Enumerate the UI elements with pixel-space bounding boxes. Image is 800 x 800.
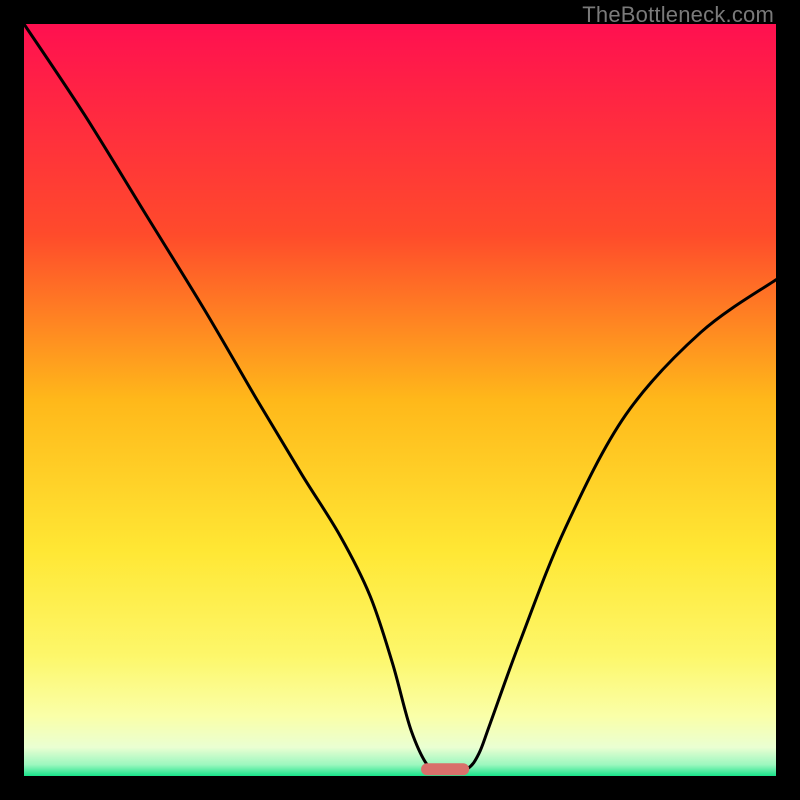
bottleneck-chart (24, 24, 776, 776)
optimal-range-marker (421, 763, 469, 775)
chart-frame (24, 24, 776, 776)
watermark-text: TheBottleneck.com (582, 2, 774, 28)
gradient-background (24, 24, 776, 776)
